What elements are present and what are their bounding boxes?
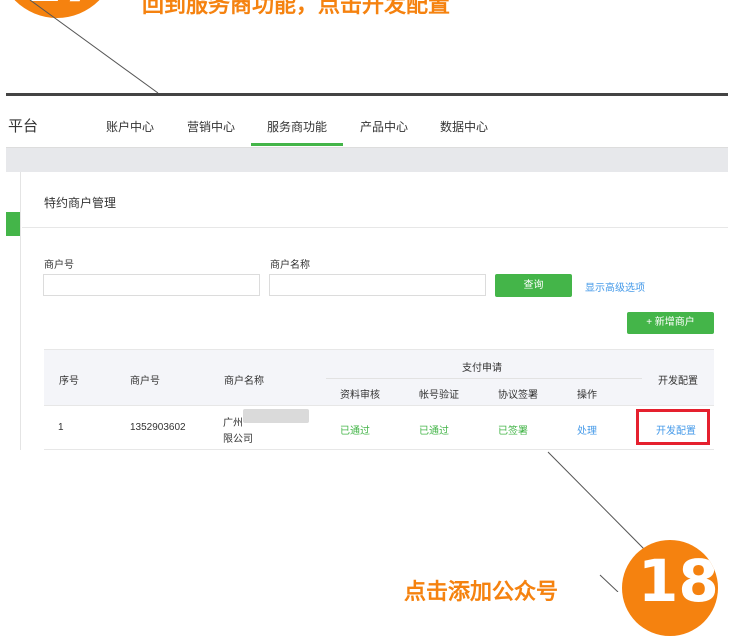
platform-brand: 平台 [8, 118, 39, 135]
pointer-line-18 [547, 451, 651, 556]
tab-data-center[interactable]: 数据中心 [440, 118, 488, 135]
table-row-divider [44, 449, 714, 450]
cell-merchant-name-line2: 限公司 [223, 434, 253, 445]
advanced-options-link[interactable]: 显示高级选项 [585, 279, 645, 294]
pointer-line-17 [29, 0, 159, 94]
top-rule [6, 93, 728, 96]
col-merchant-no: 商户号 [130, 376, 160, 387]
tab-product-center[interactable]: 产品中心 [360, 118, 408, 135]
highlight-box [636, 409, 710, 445]
cell-data-review: 已通过 [340, 426, 370, 437]
callout-pointer-lines [29, 0, 651, 592]
merchant-no-input[interactable] [43, 274, 260, 296]
col-account-verify: 帐号验证 [419, 390, 459, 401]
col-merchant-name: 商户名称 [224, 376, 264, 387]
cell-agreement: 已签署 [498, 426, 528, 437]
sidebar-active-marker [6, 212, 20, 236]
step-18-number: 18 [638, 547, 718, 615]
merchant-name-input[interactable] [269, 274, 486, 296]
query-button[interactable]: 查询 [495, 274, 572, 297]
tab-service-provider[interactable]: 服务商功能 [267, 118, 327, 135]
col-pay-apply: 支付申请 [462, 363, 502, 374]
section-divider [22, 227, 728, 228]
col-dev-config: 开发配置 [658, 376, 698, 387]
pointer-line-18b [599, 574, 619, 592]
col-data-review: 资料审核 [340, 390, 380, 401]
tab-account-center[interactable]: 账户中心 [106, 118, 154, 135]
pay-apply-divider [326, 378, 642, 379]
col-index: 序号 [59, 376, 79, 387]
active-tab-indicator [251, 143, 343, 146]
step-18-instruction: 点击添加公众号 [404, 579, 559, 604]
main-nav: 平台 账户中心 营销中心 服务商功能 产品中心 数据中心 [6, 97, 728, 148]
page-title: 特约商户管理 [44, 196, 117, 210]
subheader-bar [6, 148, 728, 172]
step-18-badge: 18 [622, 540, 718, 636]
merchant-name-label: 商户名称 [270, 260, 310, 271]
cell-index: 1 [58, 422, 64, 433]
col-agreement: 协议签署 [498, 390, 538, 401]
process-link[interactable]: 处理 [577, 422, 597, 437]
table-header: 序号 商户号 商户名称 支付申请 资料审核 帐号验证 协议签署 操作 开发配置 [44, 349, 714, 406]
redacted-name-mask [243, 409, 309, 423]
merchant-no-label: 商户号 [44, 260, 74, 271]
cell-merchant-name-line1: 广州 [223, 418, 243, 429]
sidebar-border [20, 172, 21, 450]
col-action: 操作 [577, 390, 597, 401]
cell-merchant-no: 1352903602 [130, 422, 186, 433]
add-merchant-button[interactable]: + 新增商户 [627, 312, 714, 334]
cell-account-verify: 已通过 [419, 426, 449, 437]
tab-marketing-center[interactable]: 营销中心 [187, 118, 235, 135]
